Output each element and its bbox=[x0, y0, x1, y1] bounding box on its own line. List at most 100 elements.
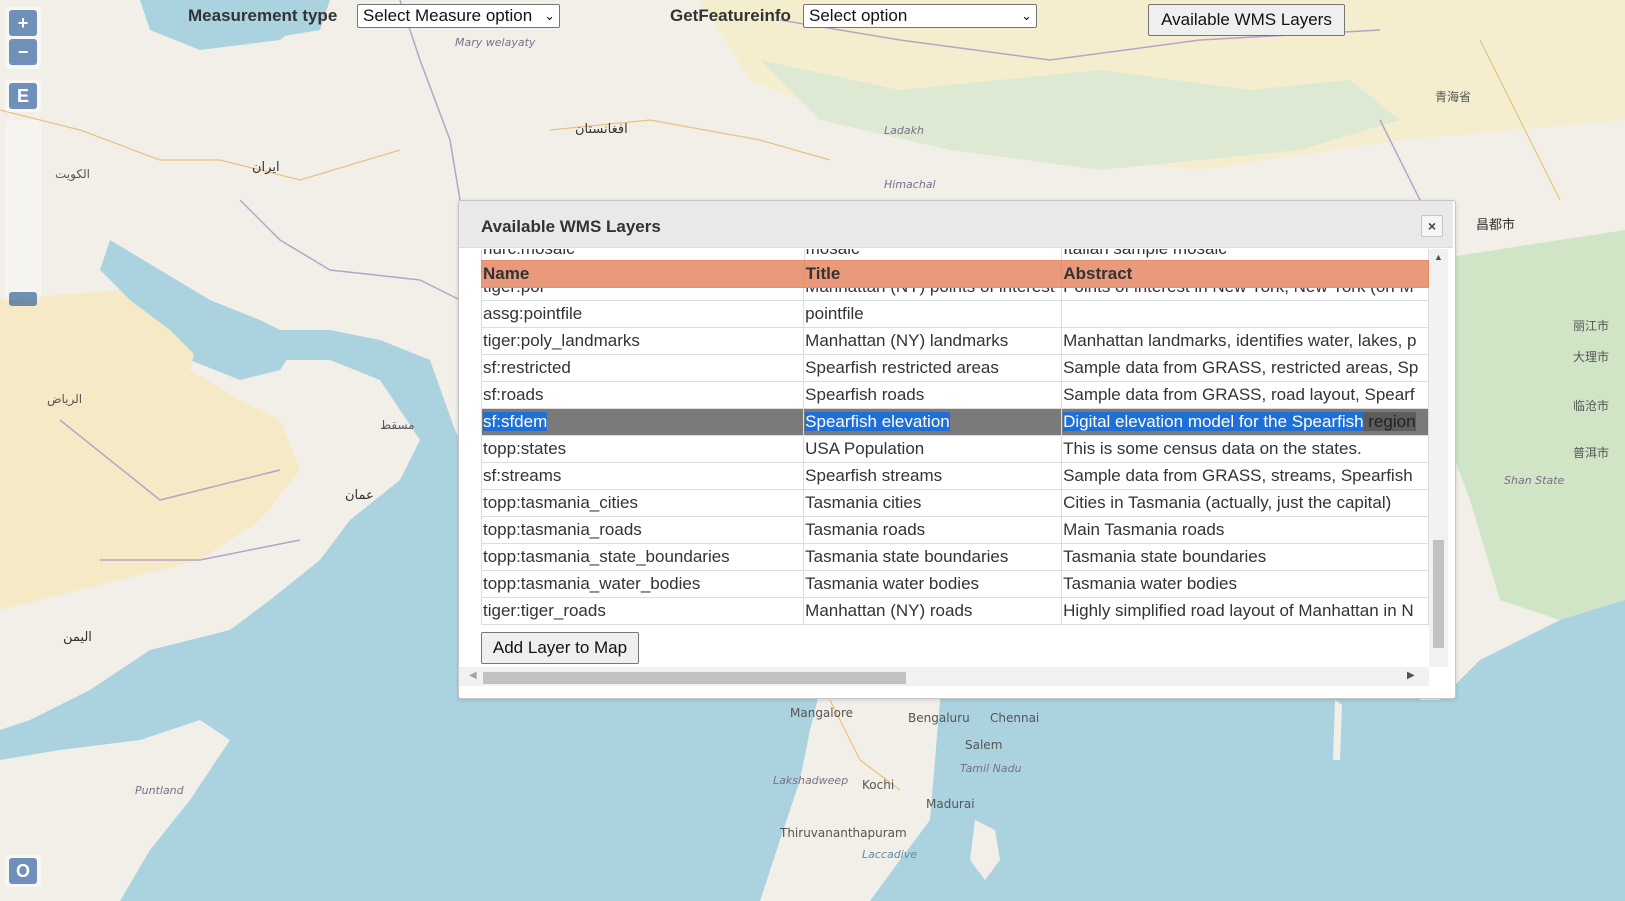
map-place-label: Thiruvananthapuram bbox=[780, 826, 907, 840]
selected-text: sf:sfdem bbox=[483, 412, 548, 431]
zoom-out-button[interactable]: − bbox=[9, 39, 37, 65]
map-place-label: Puntland bbox=[135, 784, 184, 797]
dialog-title: Available WMS Layers bbox=[481, 217, 661, 236]
cell-name: topp:tasmania_state_boundaries bbox=[481, 543, 805, 571]
table-row[interactable]: topp:tasmania_state_boundaries Tasmania s… bbox=[481, 543, 1429, 571]
measurement-select-value: Select Measure option bbox=[363, 6, 533, 25]
table-row[interactable]: sf:restricted Spearfish restricted areas S… bbox=[481, 354, 1429, 382]
table-row[interactable]: sf:streams Spearfish streams Sample data f… bbox=[481, 462, 1429, 490]
table-row[interactable]: topp:tasmania_cities Tasmania cities Citie… bbox=[481, 489, 1429, 517]
selected-text: Digital elevation model for the Spearfis… bbox=[1063, 412, 1364, 431]
cell-abstract: Sample data from GRASS, road layout, Spe… bbox=[1061, 381, 1429, 409]
map-place-label: 普洱市 bbox=[1573, 446, 1610, 460]
map-place-label: 昌都市 bbox=[1476, 218, 1516, 233]
map-place-label: Shan State bbox=[1504, 474, 1565, 487]
cell-title: USA Population bbox=[803, 435, 1063, 463]
add-layer-to-map-button[interactable]: Add Layer to Map bbox=[481, 632, 639, 664]
map-place-label: Kochi bbox=[862, 778, 895, 792]
cell-abstract: Digital elevation model for the Spearfis… bbox=[1061, 408, 1429, 436]
map-place-label: Bengaluru bbox=[908, 711, 970, 725]
scroll-left-icon[interactable]: ◀ bbox=[469, 670, 477, 681]
cell-abstract: Tasmania water bodies bbox=[1061, 570, 1429, 598]
cell-abstract: Main Tasmania roads bbox=[1061, 516, 1429, 544]
table-row[interactable]: topp:tasmania_roads Tasmania roads Main Ta… bbox=[481, 516, 1429, 544]
table-row[interactable]: assg:pointfile pointfile bbox=[481, 300, 1429, 328]
map-place-label: اليمن bbox=[63, 630, 92, 645]
cell-name: topp:tasmania_roads bbox=[481, 516, 805, 544]
map-place-label: 丽江市 bbox=[1573, 319, 1610, 333]
cell-name: tiger:tiger_roads bbox=[481, 597, 805, 625]
cell-title: Tasmania cities bbox=[803, 489, 1063, 517]
column-header-abstract[interactable]: Abstract bbox=[1061, 260, 1429, 288]
scroll-right-icon[interactable]: ▶ bbox=[1407, 670, 1415, 681]
map-place-label: Himachal bbox=[884, 178, 936, 191]
cell-abstract: Highly simplified road layout of Manhatt… bbox=[1061, 597, 1429, 625]
map-place-label: Ladakh bbox=[884, 124, 924, 137]
cell-name: sf:sfdem bbox=[481, 408, 805, 436]
cell-name: sf:streams bbox=[481, 462, 805, 490]
cell-abstract: Tasmania state boundaries bbox=[1061, 543, 1429, 571]
column-header-title[interactable]: Title bbox=[803, 260, 1063, 288]
chevron-down-icon: ⌄ bbox=[1021, 8, 1032, 23]
cell-title: Manhattan (NY) roads bbox=[803, 597, 1063, 625]
chevron-down-icon: ⌄ bbox=[544, 8, 555, 23]
map-place-label: مسقط bbox=[380, 418, 415, 432]
table-row[interactable]: sf:roads Spearfish roads Sample data from … bbox=[481, 381, 1429, 409]
o-button[interactable]: O bbox=[9, 858, 37, 884]
column-header-name[interactable]: Name bbox=[481, 260, 805, 288]
zoom-slider-thumb[interactable] bbox=[9, 292, 37, 306]
map-place-label: افغانستان bbox=[575, 122, 628, 137]
zoom-in-button[interactable]: + bbox=[9, 10, 37, 36]
cell-title: Tasmania roads bbox=[803, 516, 1063, 544]
getfeatureinfo-label: GetFeatureinfo bbox=[670, 6, 791, 25]
map-place-label: Chennai bbox=[990, 711, 1040, 725]
cell-abstract: Cities in Tasmania (actually, just the c… bbox=[1061, 489, 1429, 517]
table-header: Name Title Abstract bbox=[481, 260, 1429, 288]
cell-title: Manhattan (NY) landmarks bbox=[803, 327, 1063, 355]
horizontal-scroll-thumb[interactable] bbox=[483, 672, 906, 684]
cell-abstract: Sample data from GRASS, streams, Spearfi… bbox=[1061, 462, 1429, 490]
cell-abstract: This is some census data on the states. bbox=[1061, 435, 1429, 463]
table-row[interactable]: tiger:tiger_roads Manhattan (NY) roads Hig… bbox=[481, 597, 1429, 625]
horizontal-scrollbar[interactable]: ◀ ▶ bbox=[459, 667, 1429, 686]
dialog-titlebar[interactable]: Available WMS Layers × bbox=[459, 201, 1453, 248]
map-place-label: Lakshadweep bbox=[773, 774, 849, 787]
layers-table-viewport[interactable]: nurc:mosaic mosaic Italian sample mosaic… bbox=[481, 249, 1429, 667]
selected-text: Spearfish elevation bbox=[805, 412, 950, 431]
map-place-label: الرياض bbox=[47, 392, 83, 406]
cell-name: topp:tasmania_cities bbox=[481, 489, 805, 517]
wms-layers-dialog: Available WMS Layers × nurc:mosaic mosai… bbox=[458, 200, 1456, 699]
table-row[interactable]: tiger:poly_landmarks Manhattan (NY) landm… bbox=[481, 327, 1429, 355]
map-place-label: ایران bbox=[252, 160, 280, 175]
vertical-scrollbar[interactable]: ▲ bbox=[1429, 249, 1448, 667]
map-place-label: Salem bbox=[965, 738, 1003, 752]
close-icon[interactable]: × bbox=[1421, 215, 1443, 237]
cell-name: topp:tasmania_water_bodies bbox=[481, 570, 805, 598]
getfeatureinfo-select[interactable]: Select option ⌄ bbox=[803, 4, 1037, 28]
available-wms-layers-button[interactable]: Available WMS Layers bbox=[1148, 4, 1345, 36]
map-place-label: 大理市 bbox=[1573, 350, 1610, 364]
table-row[interactable]: topp:tasmania_water_bodies Tasmania water… bbox=[481, 570, 1429, 598]
cell-title: Spearfish restricted areas bbox=[803, 354, 1063, 382]
cell-name: assg:pointfile bbox=[481, 300, 805, 328]
table-row[interactable]: topp:states USA Population This is some ce… bbox=[481, 435, 1429, 463]
map-place-label: 临沧市 bbox=[1573, 399, 1610, 413]
cell-name: topp:states bbox=[481, 435, 805, 463]
map-place-label: الكويت bbox=[55, 167, 90, 181]
e-button[interactable]: E bbox=[9, 83, 37, 109]
scroll-up-icon[interactable]: ▲ bbox=[1434, 252, 1443, 262]
cell-name: sf:roads bbox=[481, 381, 805, 409]
cell-name: tiger:poly_landmarks bbox=[481, 327, 805, 355]
cell-abstract bbox=[1061, 300, 1429, 328]
cell-title: Tasmania state boundaries bbox=[803, 543, 1063, 571]
zoom-slider-track[interactable] bbox=[5, 120, 41, 300]
cell-title: Tasmania water bodies bbox=[803, 570, 1063, 598]
selected-text-tail: region bbox=[1363, 412, 1416, 431]
cell-abstract: Sample data from GRASS, restricted areas… bbox=[1061, 354, 1429, 382]
table-row[interactable]: sf:sfdem Spearfish elevation Digital eleva… bbox=[481, 408, 1429, 436]
measurement-type-select[interactable]: Select Measure option ⌄ bbox=[357, 4, 560, 28]
cell-title: Spearfish elevation bbox=[803, 408, 1063, 436]
cell-title: Spearfish streams bbox=[803, 462, 1063, 490]
vertical-scroll-thumb[interactable] bbox=[1433, 540, 1444, 648]
getfeatureinfo-select-value: Select option bbox=[809, 6, 908, 25]
